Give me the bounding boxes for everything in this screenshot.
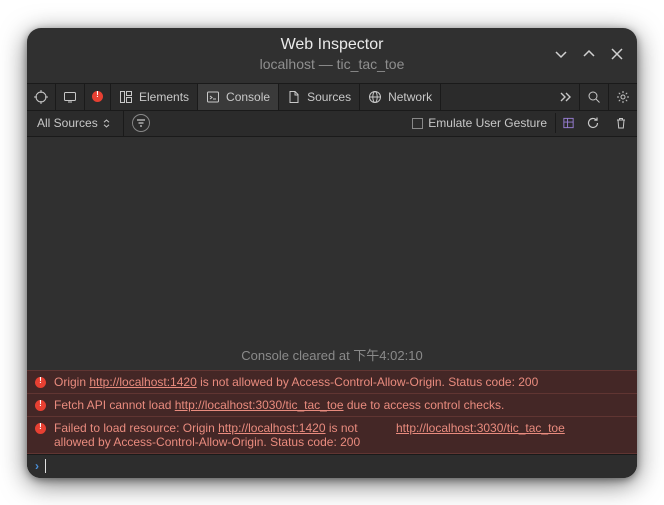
text-caret xyxy=(45,459,46,473)
reload-icon xyxy=(586,116,600,130)
tab-network[interactable]: Network xyxy=(360,84,441,110)
web-inspector-window: Web Inspector localhost — tic_tac_toe xyxy=(27,28,637,478)
error-link[interactable]: http://localhost:1420 xyxy=(218,421,325,435)
error-badge-icon xyxy=(35,377,46,388)
elements-icon xyxy=(119,90,133,104)
console-cleared-message: Console cleared at 下午4:02:10 xyxy=(241,345,422,364)
sources-icon xyxy=(287,90,301,104)
console-cleared-region: Console cleared at 下午4:02:10 xyxy=(27,137,637,370)
preserve-log-button[interactable] xyxy=(555,113,575,133)
device-icon xyxy=(63,90,77,104)
filter-lines-icon xyxy=(136,118,146,128)
error-message: Failed to load resource: Origin http://l… xyxy=(54,421,629,449)
console-body: Console cleared at 下午4:02:10 Origin http… xyxy=(27,137,637,478)
trash-icon xyxy=(614,116,628,130)
titlebar: Web Inspector localhost — tic_tac_toe xyxy=(27,28,637,83)
source-dropdown[interactable]: All Sources xyxy=(33,114,115,132)
reload-button[interactable] xyxy=(583,113,603,133)
chevron-down-icon xyxy=(554,47,568,61)
console-prompt[interactable]: › xyxy=(27,454,637,478)
emulate-user-gesture-checkbox[interactable]: Emulate User Gesture xyxy=(412,116,547,130)
close-icon xyxy=(610,47,624,61)
updown-icon xyxy=(102,119,111,128)
settings-button[interactable] xyxy=(609,84,637,110)
error-message: Fetch API cannot load http://localhost:3… xyxy=(54,398,629,412)
minimize-button[interactable] xyxy=(549,42,573,66)
dropdown-label: All Sources xyxy=(37,116,98,130)
filter-button[interactable] xyxy=(132,114,150,132)
preserve-icon xyxy=(562,116,575,130)
error-message: Origin http://localhost:1420 is not allo… xyxy=(54,375,629,389)
overflow-tabs-button[interactable] xyxy=(551,84,580,110)
console-error-row[interactable]: Origin http://localhost:1420 is not allo… xyxy=(27,370,637,393)
tab-label: Sources xyxy=(307,90,351,104)
error-badge-icon xyxy=(35,423,46,434)
console-error-row[interactable]: Fetch API cannot load http://localhost:3… xyxy=(27,393,637,416)
prompt-chevron-icon: › xyxy=(35,459,39,473)
clear-console-button[interactable] xyxy=(611,113,631,133)
maximize-button[interactable] xyxy=(577,42,601,66)
checkbox-box xyxy=(412,118,423,129)
error-source-link[interactable]: http://localhost:3030/tic_tac_toe xyxy=(396,421,565,435)
checkbox-label: Emulate User Gesture xyxy=(428,116,547,130)
search-icon xyxy=(587,90,601,104)
tab-console[interactable]: Console xyxy=(198,84,279,110)
console-filter-bar: All Sources Emulate User Gesture xyxy=(27,111,637,137)
inspector-tab-bar: Elements Console Sources Network xyxy=(27,83,637,111)
error-indicator[interactable] xyxy=(85,84,111,110)
error-link[interactable]: http://localhost:1420 xyxy=(89,375,196,389)
gear-icon xyxy=(616,90,630,104)
console-error-row[interactable]: Failed to load resource: Origin http://l… xyxy=(27,416,637,454)
error-badge-icon xyxy=(35,400,46,411)
element-picker-button[interactable] xyxy=(27,84,56,110)
crosshair-icon xyxy=(34,90,48,104)
network-icon xyxy=(368,90,382,104)
tab-sources[interactable]: Sources xyxy=(279,84,360,110)
error-badge-icon xyxy=(92,91,103,102)
error-link[interactable]: http://localhost:3030/tic_tac_toe xyxy=(175,398,344,412)
tab-elements[interactable]: Elements xyxy=(111,84,198,110)
close-button[interactable] xyxy=(605,42,629,66)
window-controls xyxy=(549,42,629,66)
double-chevron-right-icon xyxy=(558,90,572,104)
device-mode-button[interactable] xyxy=(56,84,85,110)
search-button[interactable] xyxy=(580,84,609,110)
tab-label: Network xyxy=(388,90,432,104)
tab-label: Console xyxy=(226,90,270,104)
chevron-up-icon xyxy=(582,47,596,61)
console-icon xyxy=(206,90,220,104)
window-title: Web Inspector xyxy=(281,36,384,54)
window-subtitle: localhost — tic_tac_toe xyxy=(260,56,405,72)
tab-label: Elements xyxy=(139,90,189,104)
